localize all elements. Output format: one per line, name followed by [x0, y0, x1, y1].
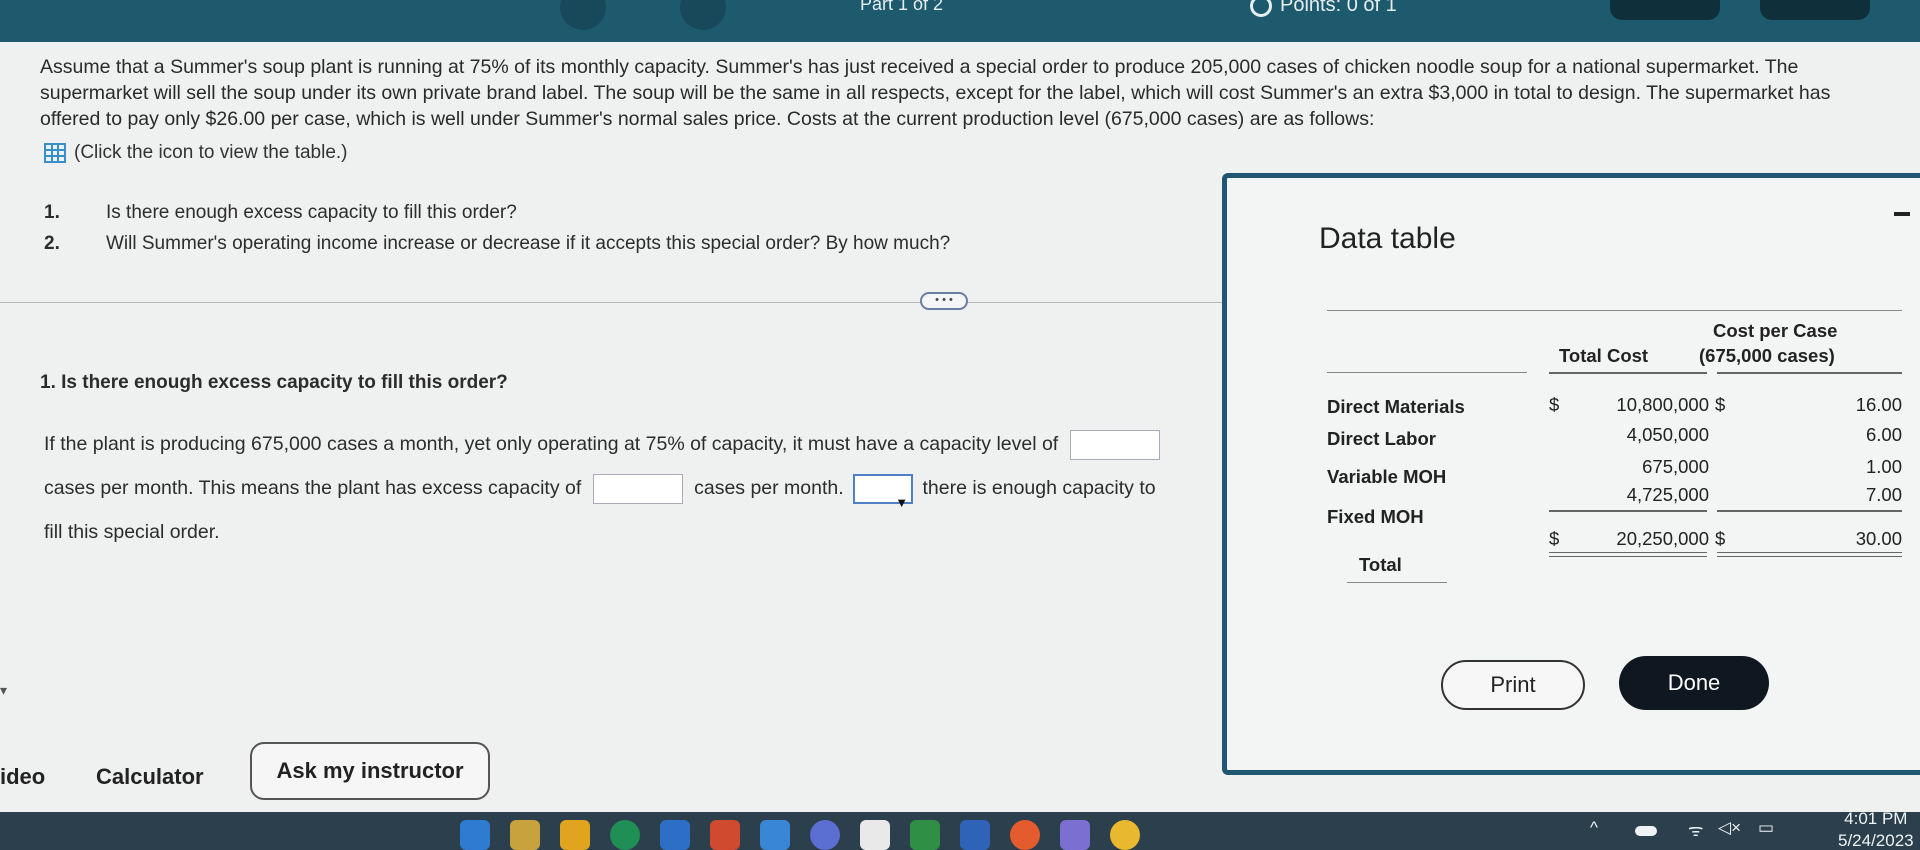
print-button[interactable]: Print	[1441, 660, 1585, 710]
wifi-icon[interactable]: ᯤ	[1688, 818, 1704, 841]
view-table-label[interactable]: (Click the icon to view the table.)	[74, 142, 348, 164]
chevron-up-icon[interactable]: ^	[1590, 818, 1598, 838]
per-case-value: 1.00	[1865, 456, 1902, 477]
question-list: 1. Is there enough excess capacity to fi…	[44, 202, 950, 264]
app-icon[interactable]	[660, 820, 690, 850]
row-label: Direct Labor	[1327, 428, 1436, 449]
header-decoration	[560, 0, 606, 30]
app-icon[interactable]	[560, 820, 590, 850]
total-cost-value: 20,250,000	[1616, 528, 1709, 549]
excess-capacity-input[interactable]	[592, 473, 683, 504]
per-case-value: 6.00	[1865, 424, 1902, 445]
answer-text: If the plant is producing 675,000 cases …	[44, 433, 1059, 455]
per-case-value: 30.00	[1855, 528, 1902, 549]
app-icon[interactable]	[610, 820, 640, 850]
chevron-down-icon[interactable]: ▼	[895, 481, 908, 525]
answer-text: fill this special order.	[44, 521, 220, 543]
part1-heading: 1. Is there enough excess capacity to fi…	[40, 372, 508, 393]
header-button[interactable]	[1610, 0, 1720, 20]
clock-time[interactable]: 4:01 PM	[1838, 808, 1914, 830]
header-button[interactable]	[1760, 0, 1870, 20]
points-indicator: Points: 0 of 1	[1250, 0, 1397, 17]
app-icon[interactable]	[510, 820, 540, 850]
row-label: Fixed MOH	[1327, 506, 1424, 527]
question-number: 2.	[44, 233, 60, 254]
problem-statement: Assume that a Summer's soup plant is run…	[40, 56, 1831, 130]
bottom-toolbar: ideo Calculator Ask my instructor	[0, 742, 1230, 812]
app-icon[interactable]	[1010, 820, 1040, 850]
app-icon[interactable]	[810, 820, 840, 850]
row-label: Variable MOH	[1327, 466, 1447, 487]
part-indicator: Part 1 of 2	[860, 0, 944, 14]
points-text: Points: 0 of 1	[1280, 0, 1397, 16]
data-table-modal: Data table Cost per Case (675,000 cases)…	[1222, 173, 1920, 775]
collapse-arrow-icon[interactable]: ▾	[0, 682, 7, 699]
top-bar: Part 1 of 2 Points: 0 of 1	[0, 0, 1920, 42]
capacity-level-input[interactable]	[1069, 429, 1160, 460]
expand-more-button[interactable]: • • •	[920, 292, 968, 310]
points-ring-icon	[1250, 0, 1272, 17]
question-item: 1. Is there enough excess capacity to fi…	[44, 202, 950, 224]
app-icon[interactable]	[760, 820, 790, 850]
total-cost-value: 10,800,000	[1616, 394, 1709, 415]
app-icon[interactable]	[460, 820, 490, 850]
per-case-value: 7.00	[1865, 484, 1902, 505]
dollar-sign: $	[1549, 394, 1560, 415]
dollar-sign: $	[1549, 528, 1560, 549]
answer-text: cases per month.	[694, 477, 844, 499]
answer-text: cases per month. This means the plant ha…	[44, 477, 582, 499]
table-grid-icon[interactable]	[44, 143, 66, 163]
total-cost-value: 675,000	[1642, 456, 1709, 477]
total-cost-value: 4,050,000	[1626, 424, 1709, 445]
calculator-button[interactable]: Calculator	[96, 764, 204, 790]
question-number: 1.	[44, 202, 60, 223]
question-text: Is there enough excess capacity to fill …	[106, 202, 517, 223]
app-icon[interactable]	[860, 820, 890, 850]
app-icon[interactable]	[1060, 820, 1090, 850]
cloud-icon[interactable]	[1635, 826, 1657, 836]
total-cost-value: 4,725,000	[1626, 484, 1709, 505]
video-button[interactable]: ideo	[0, 764, 45, 790]
question-item: 2. Will Summer's operating income increa…	[44, 233, 950, 255]
clock-date[interactable]: 5/24/2023	[1838, 830, 1914, 850]
minimize-icon[interactable]	[1894, 212, 1910, 216]
question-text: Will Summer's operating income increase …	[106, 233, 951, 254]
col-header-total: Total Cost	[1559, 345, 1649, 366]
col-header-per-case-sub: (675,000 cases)	[1699, 345, 1835, 366]
volume-muted-icon[interactable]: ◁×	[1718, 818, 1741, 838]
app-icon[interactable]	[710, 820, 740, 850]
app-icon[interactable]	[910, 820, 940, 850]
battery-icon[interactable]: ▭	[1758, 818, 1774, 838]
dollar-sign: $	[1715, 528, 1726, 549]
section-divider	[0, 302, 1225, 303]
part1-answer-area: If the plant is producing 675,000 cases …	[44, 422, 1244, 554]
ask-instructor-button[interactable]: Ask my instructor	[250, 742, 490, 800]
done-button[interactable]: Done	[1619, 656, 1769, 710]
app-icon[interactable]	[1110, 820, 1140, 850]
row-label: Total	[1359, 554, 1402, 575]
app-icon[interactable]	[960, 820, 990, 850]
per-case-value: 16.00	[1855, 394, 1902, 415]
col-header-per-case: Cost per Case	[1713, 320, 1838, 341]
header-decoration	[680, 0, 726, 30]
row-label: Direct Materials	[1327, 396, 1465, 417]
clock[interactable]: 4:01 PM 5/24/2023	[1838, 808, 1914, 850]
os-taskbar: ^ ᯤ ◁× ▭ 4:01 PM 5/24/2023	[0, 809, 1920, 850]
modal-title: Data table	[1319, 222, 1456, 255]
answer-text: there is enough capacity to	[922, 477, 1156, 499]
dollar-sign: $	[1715, 394, 1726, 415]
view-table-link[interactable]: (Click the icon to view the table.)	[44, 142, 348, 164]
yes-no-select[interactable]: ▼	[853, 473, 914, 510]
